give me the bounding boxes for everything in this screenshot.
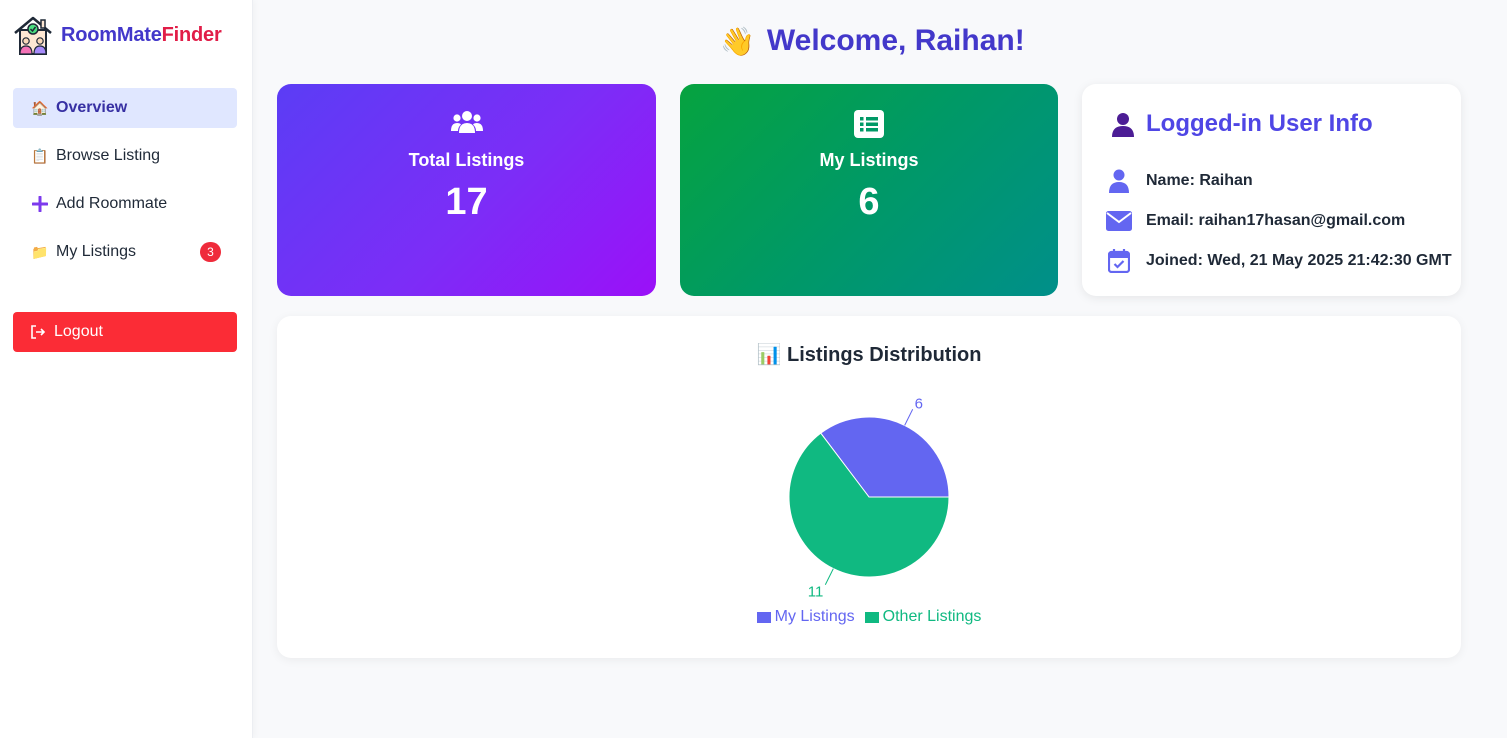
user-name-row: Name: Raihan	[1106, 168, 1253, 194]
sidebar-item-browse-listing[interactable]: 📋 Browse Listing	[13, 136, 237, 176]
logout-label: Logout	[54, 323, 103, 340]
house-icon: 🏠	[31, 99, 49, 116]
folder-icon: 📁	[31, 243, 49, 260]
user-joined-row: Joined: Wed, 21 May 2025 21:42:30 GMT	[1106, 248, 1452, 274]
list-icon	[680, 110, 1058, 138]
sidebar-item-my-listings[interactable]: 📁 My Listings 3	[13, 232, 237, 272]
brand-name: RoomMateFinder	[61, 24, 222, 47]
legend-label-other-listings: Other Listings	[882, 608, 982, 625]
sidebar-item-label: Overview	[56, 99, 128, 116]
clipboard-icon: 📋	[31, 147, 49, 164]
pie-label-line	[904, 409, 914, 426]
user-info-header: Logged-in User Info	[1110, 110, 1373, 138]
legend-swatch-my-listings	[756, 611, 771, 623]
user-icon	[1106, 168, 1132, 194]
user-name: Name: Raihan	[1146, 172, 1253, 189]
brand-name-part2: Finder	[161, 23, 222, 46]
listings-pie-chart: 6 11	[788, 395, 950, 601]
roommate-house-logo-icon	[14, 16, 52, 55]
my-listings-value: 6	[858, 181, 880, 223]
user-joined: Joined: Wed, 21 May 2025 21:42:30 GMT	[1146, 252, 1452, 269]
total-listings-label: Total Listings	[408, 150, 525, 170]
logout-icon	[31, 325, 46, 339]
logout-button[interactable]: Logout	[13, 312, 237, 352]
waving-hand-icon: 👋	[720, 25, 755, 57]
sidebar-nav: 🏠 Overview 📋 Browse Listing Add Roommate…	[13, 88, 237, 280]
my-listings-label: My Listings	[819, 150, 919, 170]
user-silhouette-icon	[1112, 113, 1134, 137]
user-email-row: Email: raihan17hasan@gmail.com	[1106, 208, 1405, 234]
plus-icon	[31, 195, 49, 213]
brand-name-part1: RoomMate	[61, 23, 162, 46]
pie-label-line	[824, 568, 834, 585]
user-email: Email: raihan17hasan@gmail.com	[1146, 212, 1406, 229]
page-title: 👋 Welcome, Raihan!	[720, 24, 1025, 58]
total-listings-card: Total Listings 17	[277, 84, 656, 296]
user-info-card: Logged-in User Info Name: Raihan Email: …	[1082, 84, 1461, 296]
sidebar: RoomMateFinder 🏠 Overview 📋 Browse Listi…	[0, 0, 253, 738]
legend-item-my-listings[interactable]: My Listings	[756, 608, 855, 626]
listings-distribution-card: 📊 Listings Distribution 6 11 My Listings …	[277, 316, 1461, 658]
legend-label-my-listings: My Listings	[774, 608, 855, 625]
sidebar-item-label: My Listings	[56, 243, 137, 260]
sidebar-item-label: Add Roommate	[56, 195, 168, 212]
total-listings-value: 17	[445, 181, 488, 223]
envelope-icon	[1106, 208, 1132, 234]
pie-value-label: 11	[808, 584, 824, 601]
brand[interactable]: RoomMateFinder	[12, 14, 222, 56]
my-listings-card: My Listings 6	[680, 84, 1058, 296]
users-icon	[277, 110, 656, 138]
sidebar-item-add-roommate[interactable]: Add Roommate	[13, 184, 237, 224]
chart-legend: My Listings Other Listings	[277, 608, 1461, 626]
pie-value-label: 6	[915, 395, 923, 412]
user-info-title: Logged-in User Info	[1146, 110, 1373, 137]
sidebar-item-label: Browse Listing	[56, 147, 161, 164]
welcome-heading: Welcome, Raihan!	[766, 24, 1025, 57]
my-listings-count-badge: 3	[200, 242, 221, 262]
sidebar-item-overview[interactable]: 🏠 Overview	[13, 88, 237, 128]
calendar-check-icon	[1106, 248, 1132, 274]
legend-swatch-other-listings	[864, 611, 879, 623]
legend-item-other-listings[interactable]: Other Listings	[864, 608, 982, 626]
